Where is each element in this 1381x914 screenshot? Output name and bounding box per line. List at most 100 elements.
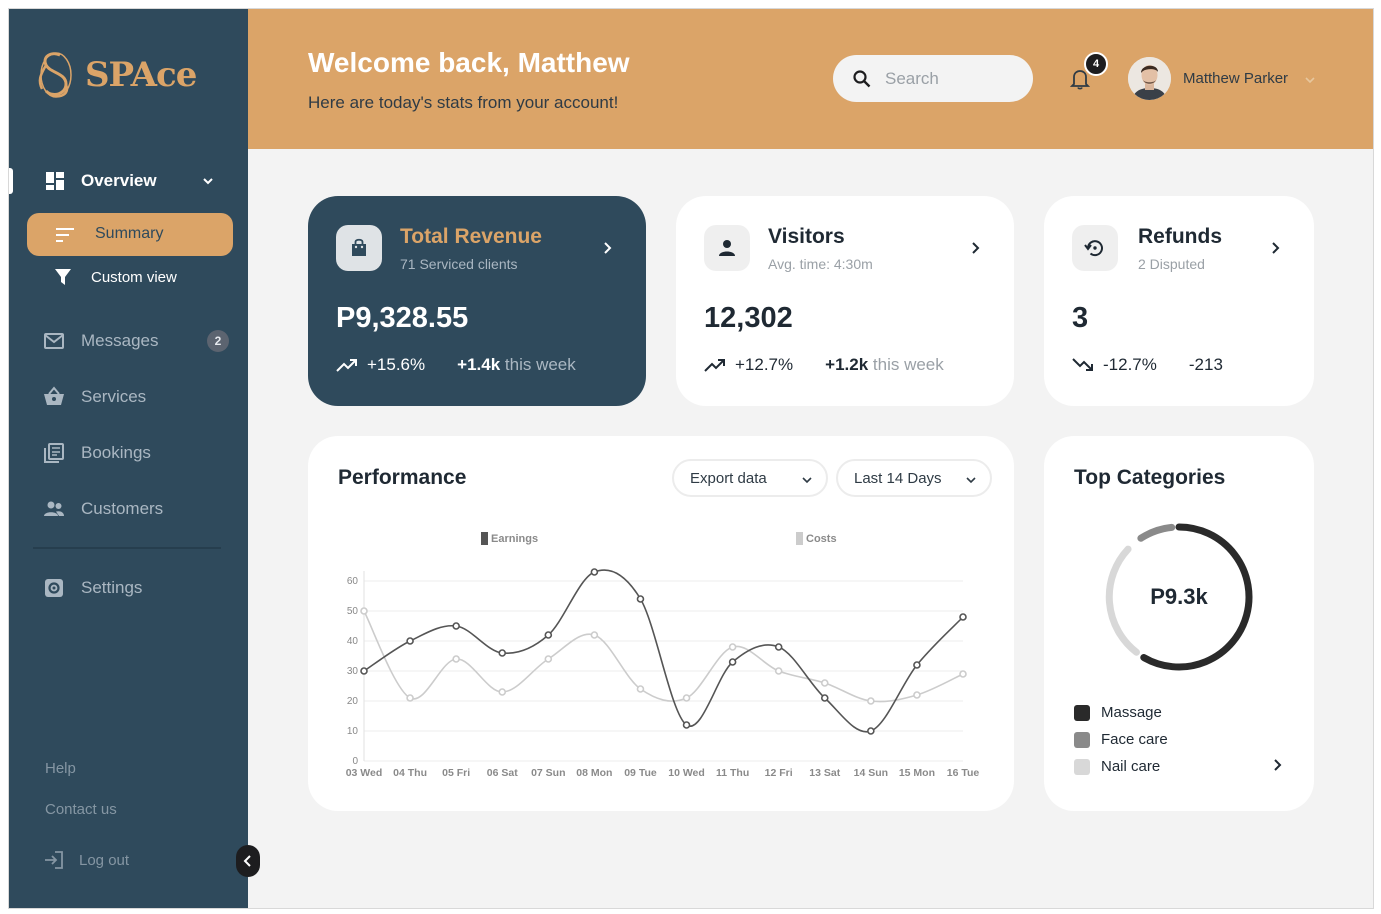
- date-range-dropdown[interactable]: Last 14 Days: [836, 459, 992, 497]
- data-point-earnings: [867, 727, 875, 735]
- x-tick-label: 05 Fri: [442, 767, 470, 778]
- messages-count-badge: 2: [207, 330, 229, 352]
- stat-icon-box: [1072, 225, 1118, 271]
- x-tick-label: 14 Sun: [854, 767, 888, 778]
- performance-title: Performance: [338, 466, 467, 489]
- data-point-costs: [360, 607, 368, 615]
- donut-total-label: P9.3k: [1150, 584, 1208, 609]
- data-point-costs: [959, 670, 967, 678]
- x-tick-label: 16 Tue: [947, 767, 980, 778]
- legend-label: Nail care: [1101, 758, 1161, 775]
- x-tick-label: 07 Sun: [531, 767, 565, 778]
- chevron-right-icon[interactable]: [1270, 241, 1282, 255]
- nav-overview-label: Overview: [81, 171, 157, 190]
- user-name[interactable]: Matthew Parker: [1183, 70, 1288, 87]
- stat-trend: -12.7% -213: [1072, 355, 1223, 375]
- stat-title: Total Revenue: [400, 225, 542, 248]
- nav-bookings[interactable]: Bookings: [43, 440, 233, 466]
- export-data-dropdown[interactable]: Export data: [672, 459, 828, 497]
- chevron-right-icon[interactable]: [970, 241, 982, 255]
- notification-count-badge: 4: [1084, 52, 1108, 76]
- chevron-down-icon[interactable]: [1304, 75, 1316, 85]
- y-tick-label: 10: [347, 726, 359, 737]
- chevron-down-icon: [802, 477, 812, 484]
- stat-icon-box: [336, 225, 382, 271]
- data-point-earnings: [959, 613, 967, 621]
- y-tick-label: 50: [347, 606, 359, 617]
- logout-button[interactable]: Log out: [43, 849, 129, 871]
- chevron-down-icon[interactable]: [201, 174, 215, 188]
- total-revenue-card[interactable]: Total Revenue 71 Serviced clients P9,328…: [308, 196, 646, 406]
- donut-segment-face-care: [1137, 523, 1176, 542]
- logo[interactable]: SPAce: [33, 49, 197, 101]
- search-icon: [853, 69, 871, 87]
- chevron-down-icon: [966, 477, 976, 484]
- visitors-card[interactable]: Visitors Avg. time: 4:30m 12,302 +12.7% …: [676, 196, 1014, 406]
- active-indicator: [9, 168, 13, 194]
- nav-summary[interactable]: Summary: [27, 213, 233, 256]
- trend-percent: +15.6%: [367, 355, 426, 374]
- stat-icon-box: [704, 225, 750, 271]
- logout-label: Log out: [79, 851, 130, 869]
- stat-subtitle: Avg. time: 4:30m: [768, 256, 873, 272]
- data-point-earnings: [406, 637, 414, 645]
- nav-custom-view[interactable]: Custom view: [55, 266, 177, 288]
- nav-messages[interactable]: Messages 2: [43, 328, 233, 354]
- chevron-right-icon[interactable]: [602, 241, 614, 255]
- data-point-earnings: [682, 721, 691, 729]
- legend-item-nail-care: Nail care: [1074, 758, 1160, 775]
- mail-icon: [44, 333, 64, 349]
- data-point-earnings: [774, 643, 783, 651]
- data-point-earnings: [360, 667, 368, 675]
- nav-services[interactable]: Services: [43, 384, 233, 410]
- legend-swatch: [481, 532, 488, 545]
- help-link[interactable]: Help: [45, 760, 76, 777]
- data-point-earnings: [728, 658, 737, 666]
- person-icon: [719, 240, 735, 256]
- top-categories-title: Top Categories: [1074, 466, 1226, 489]
- shopping-bag-icon: [352, 238, 366, 256]
- welcome-heading: Welcome back, Matthew: [308, 47, 630, 78]
- week-value: +1.4k: [457, 355, 501, 374]
- y-tick-label: 20: [347, 696, 359, 707]
- legend-swatch: [1074, 758, 1090, 775]
- chevron-right-icon[interactable]: [1272, 758, 1284, 772]
- search-input[interactable]: [885, 68, 1015, 89]
- nav-bookings-label: Bookings: [81, 443, 151, 462]
- data-point-costs: [406, 694, 414, 702]
- data-point-costs: [544, 655, 553, 663]
- refunds-card[interactable]: Refunds 2 Disputed 3 -12.7% -213: [1044, 196, 1314, 406]
- contact-us-link[interactable]: Contact us: [45, 801, 117, 818]
- nav-settings-label: Settings: [81, 578, 143, 597]
- search-box[interactable]: [833, 55, 1033, 102]
- collapse-sidebar-button[interactable]: [236, 845, 260, 877]
- nav-overview[interactable]: Overview: [9, 166, 248, 196]
- performance-line-chart: 0 10 20 30 40 50 60 03 Wed 04 Thu 05 Fri 06 Sat 07 …: [346, 532, 980, 778]
- week-value: +1.2k: [825, 355, 869, 374]
- data-point-costs: [913, 691, 921, 699]
- legend-item-face-care: Face care: [1074, 731, 1168, 748]
- data-point-costs: [682, 694, 691, 702]
- legend-swatch: [1074, 731, 1090, 748]
- series-line-earnings: [363, 569, 964, 733]
- trend-week: -213: [1189, 355, 1223, 375]
- settings-gear-icon: [45, 579, 63, 597]
- history-icon: [1084, 240, 1103, 257]
- nav-customers-label: Customers: [81, 499, 164, 518]
- filter-icon: [55, 269, 71, 285]
- x-tick-label: 04 Thu: [393, 767, 427, 778]
- legend-item-massage: Massage: [1074, 704, 1162, 721]
- y-tick-label: 0: [352, 756, 358, 767]
- stat-trend: +12.7% +1.2k this week: [704, 355, 944, 375]
- trend-percent: +12.7%: [735, 355, 794, 374]
- logo-mark-icon: [38, 52, 72, 98]
- avatar[interactable]: [1128, 57, 1171, 100]
- data-point-costs: [774, 667, 783, 675]
- stat-title: Visitors: [768, 225, 845, 248]
- data-point-earnings: [913, 661, 921, 669]
- header: Welcome back, Matthew Here are today's s…: [248, 9, 1373, 149]
- stat-trend: +15.6% +1.4k this week: [336, 355, 576, 375]
- top-categories-card: Top Categories P9.3k Massage Face care N…: [1044, 436, 1314, 811]
- nav-settings[interactable]: Settings: [43, 575, 233, 601]
- nav-customers[interactable]: Customers: [43, 496, 233, 522]
